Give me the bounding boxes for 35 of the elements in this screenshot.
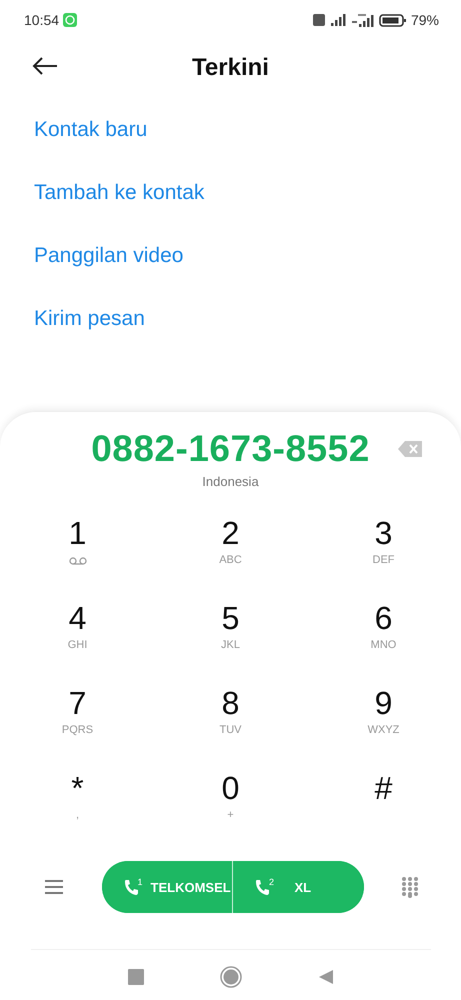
- action-link[interactable]: Kontak baru: [34, 116, 148, 143]
- home-circle-icon[interactable]: [220, 966, 242, 988]
- action-link[interactable]: Kirim pesan: [34, 305, 145, 332]
- dial-key[interactable]: 0 +: [154, 770, 307, 855]
- dial-key[interactable]: 8 TUV: [154, 685, 307, 770]
- chat-app-icon: [63, 13, 78, 27]
- voicemail-icon: [68, 557, 86, 565]
- dialpad-icon[interactable]: [401, 876, 419, 898]
- dial-key[interactable]: 3 DEF: [307, 515, 460, 600]
- battery-percent: 79%: [410, 12, 439, 28]
- signal-icon: [328, 14, 347, 26]
- dial-key[interactable]: 6 MNO: [307, 600, 460, 685]
- signal-icon: [350, 13, 375, 27]
- dial-key[interactable]: * ,: [1, 770, 154, 855]
- clock: 10:54: [24, 12, 60, 28]
- dialed-number: 0882-1673-8552: [91, 428, 370, 470]
- dial-key[interactable]: 1: [1, 515, 154, 600]
- dial-key[interactable]: 5 JKL: [154, 600, 307, 685]
- page-title: Terkini: [192, 54, 269, 82]
- dial-key[interactable]: 7 PQRS: [1, 685, 154, 770]
- recents-square-icon[interactable]: [128, 969, 144, 985]
- region-label: Indonesia: [202, 474, 259, 489]
- dial-key[interactable]: 9 WXYZ: [307, 685, 460, 770]
- action-link[interactable]: Panggilan video: [34, 242, 184, 269]
- battery-icon: [378, 13, 407, 27]
- back-triangle-icon[interactable]: [318, 969, 334, 985]
- action-link[interactable]: Tambah ke kontak: [34, 179, 204, 206]
- dial-key[interactable]: 2 ABC: [154, 515, 307, 600]
- dial-key[interactable]: 4 GHI: [1, 600, 154, 685]
- backspace-icon[interactable]: [397, 440, 423, 458]
- phone-icon: [255, 879, 269, 895]
- dial-key[interactable]: #: [307, 770, 460, 855]
- back-arrow-icon[interactable]: [32, 56, 58, 76]
- phone-icon: [124, 879, 138, 895]
- menu-icon[interactable]: [44, 879, 64, 895]
